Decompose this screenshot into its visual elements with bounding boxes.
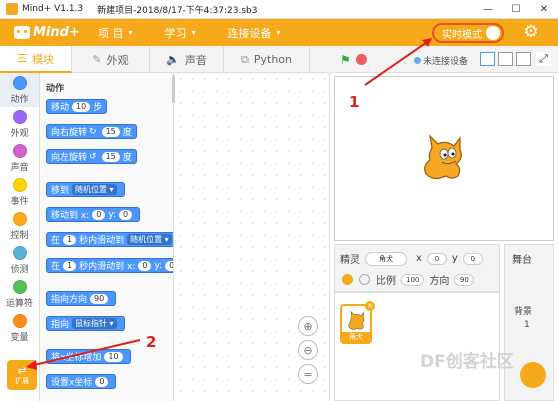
annotation-arrow-1 — [364, 39, 431, 86]
annotation-number-1: 1 — [349, 93, 360, 111]
annotation-number-2: 2 — [146, 333, 157, 351]
arrowhead-2-icon — [26, 360, 37, 370]
annotation-arrow-2 — [29, 339, 141, 367]
annotation-arrows — [26, 38, 432, 370]
